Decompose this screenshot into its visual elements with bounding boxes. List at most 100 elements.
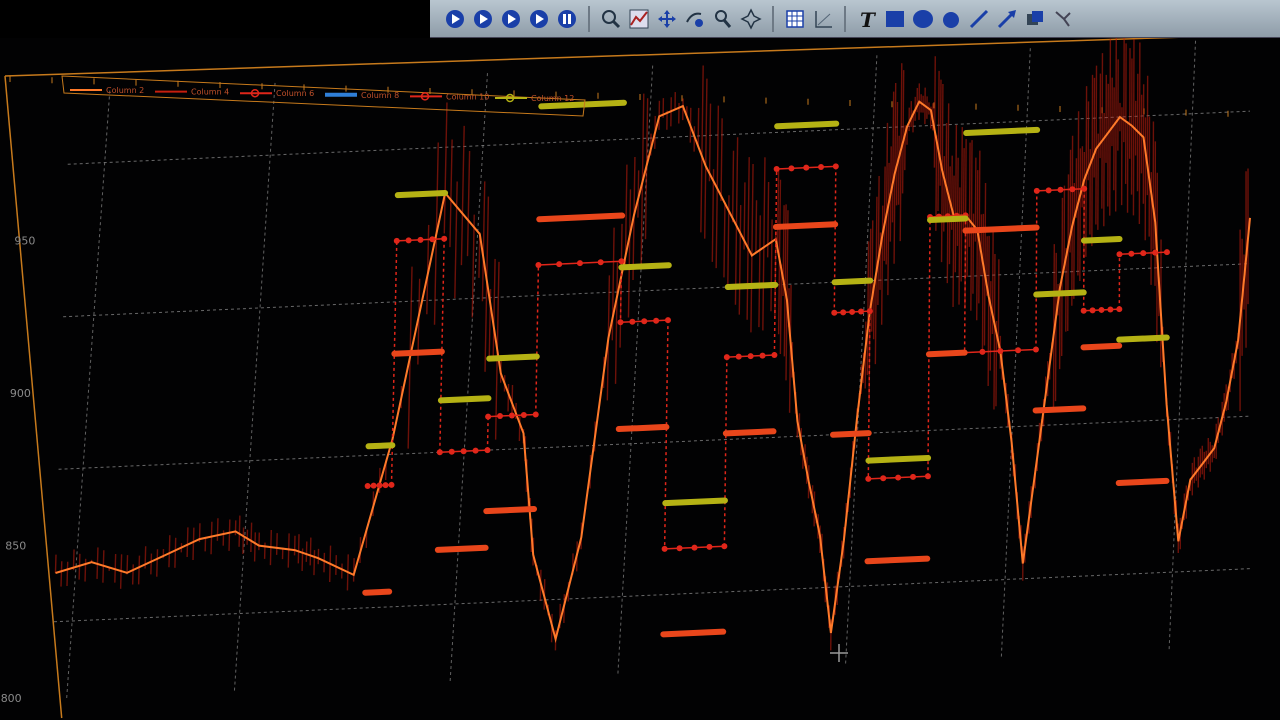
step-riser	[663, 320, 669, 549]
noise-mark	[66, 561, 69, 587]
data-point	[676, 545, 683, 552]
toolbar-separator	[588, 5, 590, 32]
data-point	[788, 165, 795, 172]
legend-label: Column 2	[106, 86, 144, 95]
plot-screen[interactable]: 800 850 900 950 Column 2 Column 4 Column 6 Col…	[0, 38, 1280, 720]
data-point	[1107, 306, 1114, 313]
data-point	[1080, 307, 1087, 314]
step-segment	[538, 99, 627, 110]
data-point	[1089, 307, 1096, 314]
crosshair-cursor-icon	[830, 644, 848, 662]
noise-mark	[866, 241, 870, 376]
data-point	[865, 475, 872, 482]
step-riser	[390, 240, 398, 485]
data-point	[1057, 186, 1064, 193]
data-point	[706, 543, 713, 550]
noise-mark	[492, 258, 496, 360]
noise-mark	[887, 162, 890, 296]
noise-mark	[895, 102, 899, 206]
plot-icon[interactable]	[628, 8, 650, 30]
step-segment	[1080, 342, 1123, 351]
zoom-in-icon[interactable]	[684, 8, 706, 30]
grid-line-v	[1168, 39, 1197, 650]
step-segment	[864, 555, 931, 565]
noise-mark	[958, 187, 961, 305]
noise-mark	[1073, 183, 1076, 299]
step-segment	[829, 430, 872, 438]
data-point	[910, 473, 917, 480]
data-point	[472, 447, 479, 454]
noise-mark	[60, 561, 63, 587]
noise-mark	[443, 102, 448, 234]
noise-mark	[466, 150, 471, 257]
noise-mark	[937, 70, 940, 212]
chart-svg[interactable]: 800850900950 Column 2 Column 4 Column 6 Col…	[0, 38, 1280, 720]
data-point	[1098, 306, 1105, 313]
ellipse-tool-icon[interactable]	[912, 8, 934, 30]
data-point	[520, 411, 527, 418]
pause-circle-icon[interactable]	[556, 8, 578, 30]
rectangle-tool-icon[interactable]	[884, 8, 906, 30]
step-segment	[1115, 477, 1170, 486]
step-segment	[831, 277, 874, 286]
step-riser	[439, 238, 445, 453]
step-riser	[486, 416, 489, 451]
plot-frame	[4, 38, 1229, 719]
step-segment	[1032, 405, 1087, 414]
noise-mark	[137, 555, 141, 585]
step-segment	[722, 428, 777, 437]
data-point	[759, 352, 766, 359]
noise-mark	[952, 175, 955, 308]
grid-line-v	[617, 63, 654, 674]
axis-icon[interactable]	[812, 8, 834, 30]
copy-icon[interactable]	[1024, 8, 1046, 30]
noise-mark	[883, 166, 886, 261]
noise-mark	[511, 385, 514, 415]
line-tool-icon[interactable]	[968, 8, 990, 30]
noise-mark	[746, 157, 750, 320]
step-segment	[394, 190, 449, 199]
noise-mark	[880, 205, 884, 325]
step-riser	[927, 216, 931, 477]
play-circle-icon[interactable]	[444, 8, 466, 30]
noise-mark	[885, 122, 889, 265]
select-icon[interactable]	[1052, 8, 1074, 30]
noise-mark	[1095, 65, 1098, 225]
y-tick-label: 900	[10, 387, 31, 400]
data-point	[448, 448, 455, 455]
pan-icon[interactable]	[740, 7, 762, 30]
noise-mark	[989, 281, 992, 371]
y-tick-label: 850	[5, 540, 26, 553]
grid-lines	[53, 39, 1251, 699]
noise-mark	[611, 227, 615, 341]
data-point	[653, 317, 660, 324]
step-segment	[483, 506, 538, 515]
play-circle-icon[interactable]	[500, 8, 522, 30]
data-point	[405, 237, 412, 244]
noise-mark	[970, 140, 973, 311]
pick-icon[interactable]	[712, 8, 734, 30]
zoom-icon[interactable]	[600, 8, 622, 30]
data-point	[1033, 187, 1040, 194]
noise-mark	[454, 181, 458, 299]
data-point	[895, 474, 902, 481]
noise-mark	[54, 554, 57, 573]
noise-mark	[1109, 38, 1112, 216]
noise-mark	[720, 118, 723, 202]
data-point	[417, 236, 424, 243]
step-segment	[362, 588, 393, 596]
play-circle-icon[interactable]	[472, 8, 494, 30]
grid-line-h	[58, 415, 1251, 470]
circle-tool-icon[interactable]	[940, 8, 962, 30]
data-point	[1069, 186, 1076, 193]
arrow-tool-icon[interactable]	[996, 8, 1018, 30]
noise-mark	[216, 518, 219, 541]
grid-icon[interactable]	[784, 8, 806, 30]
noise-mark	[704, 78, 708, 239]
noise-mark	[976, 170, 979, 321]
text-tool-icon[interactable]: T	[856, 8, 878, 30]
step-segment	[486, 353, 540, 362]
frame-top	[4, 38, 1179, 77]
play-circle-icon[interactable]	[528, 8, 550, 30]
move-icon[interactable]	[656, 8, 678, 30]
